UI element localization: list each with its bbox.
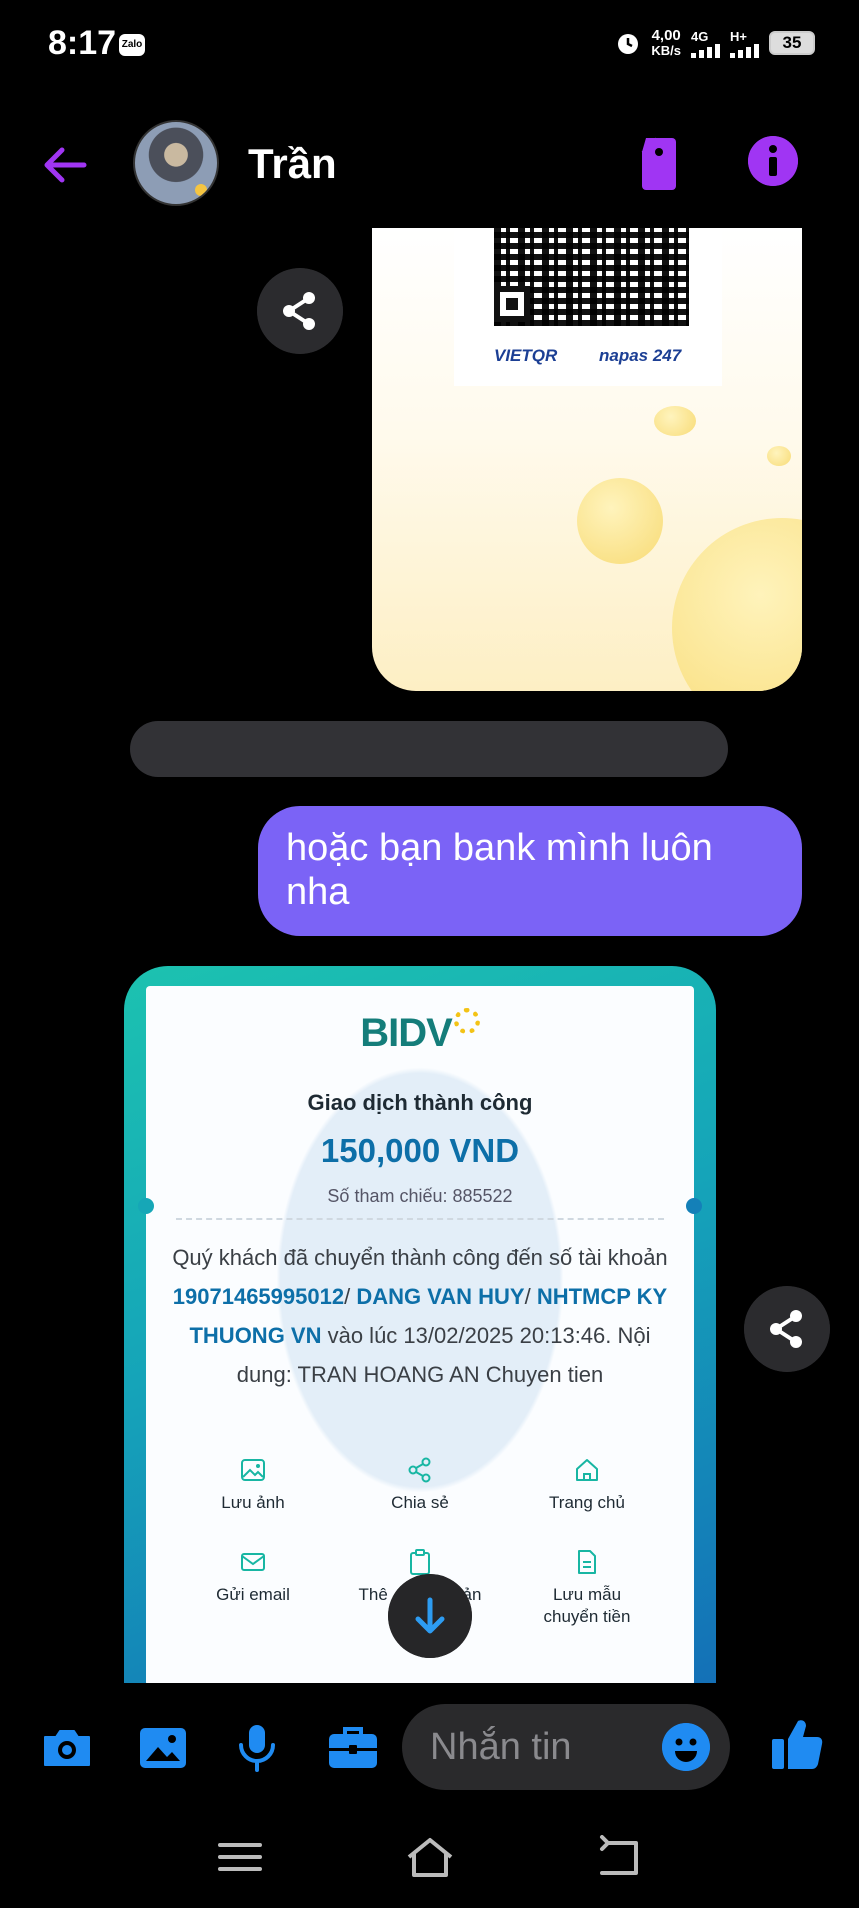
separator: / [344,1284,357,1309]
qr-code-panel: VIETQR napas 247 [454,228,722,386]
status-indicators: 4,00 KB/s 4G H+ 35 [615,28,815,58]
dashed-divider [176,1218,664,1220]
network-speed: 4,00 KB/s [651,28,681,58]
coin-decoration [672,518,802,691]
speed-value: 4,00 [651,27,681,44]
action-label: Gửi email [216,1585,290,1604]
separator: / [524,1284,531,1309]
network-type-hplus: H+ [730,28,747,44]
transaction-details: Quý khách đã chuyển thành công đến số tà… [170,1238,670,1394]
message-composer [0,1683,859,1813]
bidv-flower-icon [453,1008,480,1034]
microphone-icon[interactable] [230,1721,284,1775]
napas-logo: napas 247 [599,346,682,365]
zalo-notification-icon: Zalo [119,34,145,56]
action-label: Chia sẻ [391,1493,449,1512]
details-intro: Quý khách đã chuyển thành công đến số tà… [172,1245,668,1270]
vietqr-logo: VIETQR [494,346,558,365]
account-name: DANG VAN HUY [356,1284,525,1309]
reference-number: Số tham chiếu: 885522 [327,1186,513,1206]
thumbs-up-icon[interactable] [768,1713,826,1773]
mail-icon [241,1553,265,1571]
avatar[interactable] [133,120,219,206]
alarm-icon [618,34,639,54]
transaction-status-title: Giao dịch thành công [307,1090,533,1115]
action-save-image: Lưu ảnh [168,1456,338,1514]
transaction-amount: 150,000 VND [320,1132,520,1169]
action-label-fragment: Thê [358,1585,388,1604]
share-icon[interactable] [257,268,343,354]
battery-icon: 35 [769,31,815,55]
coin-decoration [654,406,696,436]
coin-decoration [767,446,791,466]
date-separator-pill [130,721,728,777]
signal-hplus: H+ [730,29,759,58]
action-home: Trang chủ [502,1456,672,1514]
action-label: Lưu ảnh [221,1493,285,1512]
action-label-line: Lưu mẫu [552,1585,622,1604]
scroll-down-arrow-icon[interactable] [388,1574,472,1658]
info-icon[interactable] [748,136,798,186]
action-label-line: chuyển tiền [543,1607,631,1626]
qr-image-message[interactable]: VIETQR napas 247 [372,228,802,691]
back-icon[interactable] [594,1835,646,1879]
image-icon [241,1459,265,1481]
gallery-icon[interactable] [136,1721,190,1775]
back-arrow-icon[interactable] [38,138,92,192]
status-time: 8:17 [48,24,117,62]
chat-header: Trần [0,100,859,230]
network-type-4g: 4G [691,28,709,44]
qr-finder-pattern [494,286,530,322]
outgoing-message-bubble[interactable]: hoặc bạn bank mình luôn nha [258,806,802,936]
action-label: Lưu mẫu chuyển tiền [502,1584,672,1628]
system-navigation-bar [0,1813,859,1908]
bidv-logo: BIDV [146,1008,694,1056]
coin-decoration [577,478,663,564]
emoji-icon[interactable] [662,1723,710,1771]
status-bar: 8:17 Zalo 4,00 KB/s 4G H+ 35 [0,0,859,90]
clipboard-icon [410,1549,430,1575]
action-send-email: Gửi email [168,1548,338,1606]
contact-name[interactable]: Trần [248,140,337,188]
account-number: 19071465995012 [172,1284,345,1309]
signal-bars-icon [730,43,759,58]
menu-icon[interactable] [214,1835,266,1879]
signal-bars-icon [691,43,720,58]
document-icon [578,1550,596,1574]
message-list[interactable]: VIETQR napas 247 hoặc bạn bank mình luôn… [0,228,859,1683]
share-icon [408,1457,431,1483]
signal-4g: 4G [691,29,720,58]
bank-logo-text: BIDV [360,1011,453,1055]
tag-icon[interactable] [632,134,686,192]
briefcase-icon[interactable] [326,1721,380,1775]
camera-icon[interactable] [40,1721,94,1775]
action-label: Trang chủ [549,1493,625,1512]
home-icon[interactable] [404,1835,456,1879]
speed-unit: KB/s [651,43,681,58]
home-icon [576,1459,598,1481]
action-share: Chia sẻ [335,1456,505,1514]
share-icon[interactable] [744,1286,830,1372]
action-save-template: Lưu mẫu chuyển tiền [502,1548,672,1628]
